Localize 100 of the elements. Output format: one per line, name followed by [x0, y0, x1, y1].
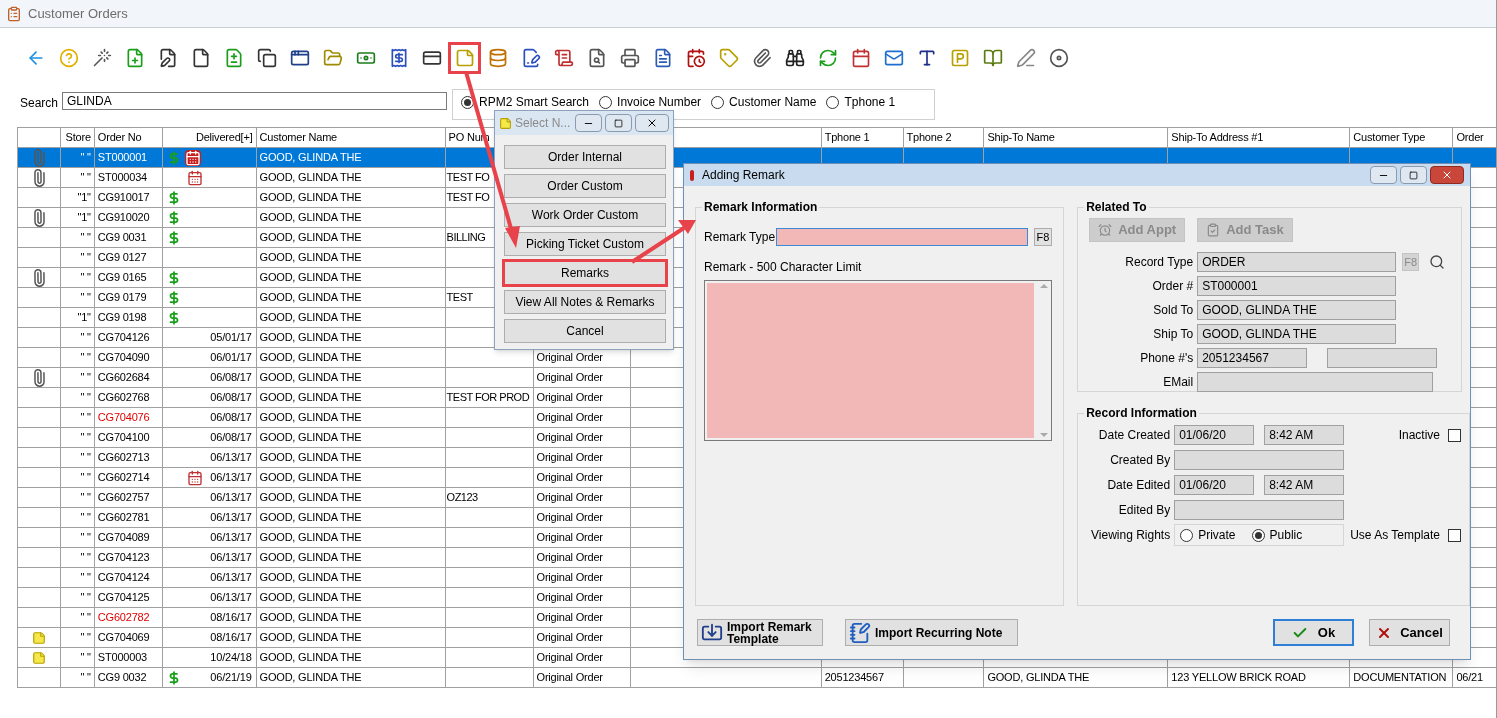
- radio-label: Tphone 1: [844, 94, 896, 111]
- text-field[interactable]: 01/06/20: [1174, 425, 1255, 445]
- text-field[interactable]: GOOD, GLINDA THE: [1197, 300, 1397, 320]
- folder-icon: [322, 48, 343, 68]
- table-cell: CG602684: [97, 371, 150, 384]
- checkbox[interactable]: [1448, 528, 1461, 542]
- table-cell-text: 06/13/17: [210, 470, 252, 486]
- field-label: Date Created: [1097, 427, 1171, 444]
- table-cell: GOOD, GLINDA THE: [259, 211, 362, 224]
- note-button[interactable]: [448, 42, 481, 74]
- f8-button[interactable]: F8: [1034, 228, 1052, 246]
- radio-label: Customer Name: [729, 94, 817, 111]
- menu-button[interactable]: Remarks: [504, 261, 666, 285]
- radio-label: RPM2 Smart Search: [479, 94, 590, 111]
- credit-card-icon: [421, 48, 442, 68]
- calendar-icon: [850, 48, 871, 68]
- table-cell: GOOD, GLINDA THE: [259, 251, 362, 264]
- table-cell-text: 06/08/17: [210, 390, 252, 406]
- notebook-pen-icon: [849, 621, 871, 644]
- table-cell: OZ123: [446, 491, 478, 504]
- import-note-button[interactable]: Import Recurring Note: [845, 619, 1018, 646]
- table-cell: GOOD, GLINDA THE: [259, 551, 362, 564]
- table-cell: CG9 0031: [97, 231, 147, 244]
- table-cell: " ": [80, 371, 91, 384]
- table-cell-text: 05/01/17: [210, 330, 252, 346]
- maximize-icon: [1409, 170, 1418, 180]
- table-cell: " ": [80, 551, 91, 564]
- close-button[interactable]: [1430, 166, 1464, 184]
- field-label: Ship To: [1152, 326, 1194, 343]
- table-cell: " ": [80, 251, 91, 264]
- text-field[interactable]: 8:42 AM: [1264, 475, 1345, 495]
- table-cell: GOOD, GLINDA THE: [259, 651, 362, 664]
- text-field[interactable]: [1174, 450, 1345, 470]
- import-template-button[interactable]: Import Remark Template: [697, 619, 823, 646]
- mail-icon: [883, 48, 904, 68]
- menu-button[interactable]: Order Custom: [504, 174, 666, 198]
- table-cell-text: 06/08/17: [210, 410, 252, 426]
- search-icon[interactable]: [1429, 254, 1446, 270]
- radio-button[interactable]: [1180, 528, 1194, 542]
- alarm-clock-icon: [1098, 223, 1113, 237]
- table-cell: " ": [80, 391, 91, 404]
- text-field[interactable]: [1197, 372, 1434, 392]
- field-label: Date Edited: [1106, 477, 1171, 494]
- menu-button[interactable]: Cancel: [504, 319, 666, 343]
- table-cell: GOOD, GLINDA THE: [259, 511, 362, 524]
- table-cell: " ": [80, 471, 91, 484]
- maximize-button[interactable]: [1400, 166, 1427, 184]
- text-field[interactable]: 8:42 AM: [1264, 425, 1345, 445]
- table-cell: TEST FO: [446, 171, 490, 184]
- ok-button[interactable]: Ok: [1273, 619, 1354, 646]
- table-cell: CG704123: [97, 551, 150, 564]
- help-icon: [58, 48, 79, 68]
- maximize-button[interactable]: [605, 114, 632, 132]
- remark-type-field[interactable]: [776, 228, 1028, 246]
- radio-button[interactable]: [599, 95, 613, 109]
- field-label: EMail: [1162, 374, 1194, 391]
- text-field[interactable]: GOOD, GLINDA THE: [1197, 324, 1397, 344]
- text-field[interactable]: [1327, 348, 1438, 368]
- menu-button[interactable]: Work Order Custom: [504, 203, 666, 227]
- table-cell: CG704124: [97, 571, 150, 584]
- radio-button[interactable]: [826, 95, 840, 109]
- checkbox-label: Inactive: [1398, 427, 1440, 444]
- cancel-button[interactable]: Cancel: [1369, 619, 1450, 646]
- table-cell-text: 06/21/19: [210, 670, 252, 686]
- table-cell: Original Order: [536, 571, 603, 584]
- text-field[interactable]: [1174, 500, 1345, 520]
- table-cell: CG910017: [97, 191, 150, 204]
- clipboard-check-icon: [1206, 223, 1221, 237]
- radio-label: Public: [1269, 527, 1303, 544]
- text-field[interactable]: 2051234567: [1197, 348, 1308, 368]
- menu-button[interactable]: View All Notes & Remarks: [504, 290, 666, 314]
- table-cell: CG602781: [97, 511, 150, 524]
- radio-button[interactable]: [711, 95, 725, 109]
- table-cell: " ": [80, 511, 91, 524]
- table-cell: 2051234567: [824, 671, 884, 684]
- checkbox[interactable]: [1448, 428, 1461, 442]
- table-cell: "1": [77, 211, 91, 224]
- clipboard-icon: [6, 5, 22, 22]
- table-cell: ST000003: [97, 651, 147, 664]
- table-cell: " ": [80, 411, 91, 424]
- menu-button[interactable]: Picking Ticket Custom: [504, 232, 666, 256]
- table-cell-text: 08/16/17: [210, 630, 252, 646]
- table-cell: Original Order: [536, 591, 603, 604]
- table-row[interactable]: " " CG9 0032 06/21/19 GOOD, GLINDA THE Original Order 2051234567 GOOD, GLINDA THE 123 YELLOW BRICK ROAD DOCUMENTATION 06/21: [17, 667, 1496, 688]
- note-icon: [454, 48, 475, 68]
- radio-button[interactable]: [1251, 528, 1265, 542]
- disc-icon: [1048, 48, 1069, 68]
- search-field[interactable]: GLINDA: [62, 92, 447, 110]
- table-cell: CG602782: [97, 611, 150, 624]
- text-field[interactable]: ST000001: [1197, 276, 1397, 296]
- printer-icon: [619, 48, 640, 68]
- window-title: Customer Orders: [28, 4, 128, 23]
- table-cell-text: 06/13/17: [210, 450, 252, 466]
- table-cell: GOOD, GLINDA THE: [259, 471, 362, 484]
- table-cell: DOCUMENTATION: [1353, 671, 1447, 684]
- text-field[interactable]: 01/06/20: [1174, 475, 1255, 495]
- text-field[interactable]: ORDER: [1197, 252, 1397, 272]
- menu-button[interactable]: Order Internal: [504, 145, 666, 169]
- table-cell: TEST FO: [446, 191, 490, 204]
- table-cell: GOOD, GLINDA THE: [259, 171, 362, 184]
